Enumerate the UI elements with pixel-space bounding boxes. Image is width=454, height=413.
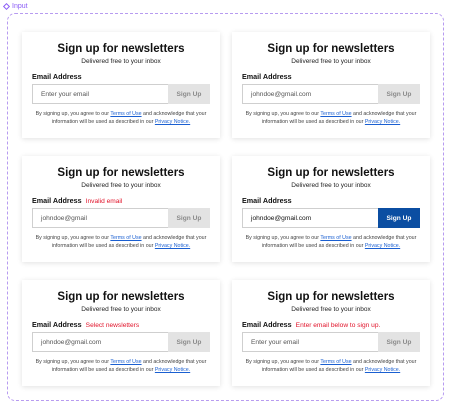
email-label: Email Address [32,196,82,205]
email-input-text: johndoe@gmail.com [251,214,312,222]
label-row: Email Address [242,72,296,81]
legal-pre: By signing up, you agree to our [35,235,109,241]
card-subtitle: Delivered free to your inbox [81,182,161,189]
legal-text: By signing up, you agree to our Terms of… [28,358,214,374]
sign-up-button[interactable]: Sign Up [168,332,210,352]
privacy-link[interactable]: Privacy Notice. [155,367,190,373]
sign-up-button[interactable]: Sign Up [378,332,420,352]
label-row: Email Address Invalid email [32,196,122,205]
newsletter-card-select-newsletters: Sign up for newsletters Delivered free t… [22,280,220,386]
card-subtitle: Delivered free to your inbox [81,58,161,65]
label-row: Email Address [32,72,86,81]
legal-pre: By signing up, you agree to our [245,359,319,365]
error-message: Enter email below to sign up. [295,322,381,329]
email-input-text: Enter your email [41,90,90,98]
legal-pre: By signing up, you agree to our [35,111,109,117]
email-input[interactable]: johndoe@gmail.com [32,332,178,352]
card-title: Sign up for newsletters [57,291,185,303]
label-row: Email Address Select newsletters [32,320,139,329]
privacy-link[interactable]: Privacy Notice. [365,367,400,373]
card-subtitle: Delivered free to your inbox [291,58,371,65]
label-row: Email Address Enter email below to sign … [242,320,380,329]
terms-link[interactable]: Terms of Use [320,235,351,241]
email-input-text: johndoe@gmail [41,214,87,222]
card-subtitle: Delivered free to your inbox [81,306,161,313]
card-title: Sign up for newsletters [267,291,395,303]
email-label: Email Address [32,320,82,329]
legal-text: By signing up, you agree to our Terms of… [238,234,424,250]
card-title: Sign up for newsletters [57,43,185,55]
frame-tag-label: Input [12,3,28,10]
email-label: Email Address [32,72,82,81]
privacy-link[interactable]: Privacy Notice. [155,243,190,249]
email-input[interactable]: Enter your email [32,84,178,104]
card-title: Sign up for newsletters [267,167,395,179]
privacy-link[interactable]: Privacy Notice. [155,119,190,125]
card-title: Sign up for newsletters [57,167,185,179]
email-label: Email Address [242,196,292,205]
newsletter-card-filled: Sign up for newsletters Delivered free t… [232,32,430,138]
terms-link[interactable]: Terms of Use [320,359,351,365]
error-message: Select newsletters [85,322,140,329]
component-icon [2,2,11,11]
legal-pre: By signing up, you agree to our [35,359,109,365]
card-subtitle: Delivered free to your inbox [291,306,371,313]
newsletter-card-empty-error: Sign up for newsletters Delivered free t… [232,280,430,386]
legal-text: By signing up, you agree to our Terms of… [28,234,214,250]
terms-link[interactable]: Terms of Use [110,111,141,117]
card-title: Sign up for newsletters [267,43,395,55]
terms-link[interactable]: Terms of Use [110,359,141,365]
email-input-text: Enter your email [251,338,300,346]
newsletter-card-default: Sign up for newsletters Delivered free t… [22,32,220,138]
sign-up-button[interactable]: Sign Up [168,84,210,104]
label-row: Email Address [242,196,296,205]
legal-pre: By signing up, you agree to our [245,235,319,241]
newsletter-card-valid: Sign up for newsletters Delivered free t… [232,156,430,262]
legal-text: By signing up, you agree to our Terms of… [238,110,424,126]
email-label: Email Address [242,72,292,81]
sign-up-button[interactable]: Sign Up [378,84,420,104]
email-input[interactable]: johndoe@gmail [32,208,178,228]
sign-up-button[interactable]: Sign Up [378,208,420,228]
legal-text: By signing up, you agree to our Terms of… [28,110,214,126]
legal-pre: By signing up, you agree to our [245,111,319,117]
terms-link[interactable]: Terms of Use [110,235,141,241]
legal-text: By signing up, you agree to our Terms of… [238,358,424,374]
email-input-text: johndoe@gmail.com [41,338,102,346]
newsletter-card-invalid-email: Sign up for newsletters Delivered free t… [22,156,220,262]
sign-up-button[interactable]: Sign Up [168,208,210,228]
email-input[interactable]: johndoe@gmail.com [242,84,388,104]
frame-tag: Input [2,2,28,11]
privacy-link[interactable]: Privacy Notice. [365,119,400,125]
error-message: Invalid email [85,198,123,205]
email-input-text: johndoe@gmail.com [251,90,312,98]
email-input[interactable]: johndoe@gmail.com [242,208,388,228]
card-subtitle: Delivered free to your inbox [291,182,371,189]
email-input[interactable]: Enter your email [242,332,388,352]
email-label: Email Address [242,320,292,329]
privacy-link[interactable]: Privacy Notice. [365,243,400,249]
terms-link[interactable]: Terms of Use [320,111,351,117]
